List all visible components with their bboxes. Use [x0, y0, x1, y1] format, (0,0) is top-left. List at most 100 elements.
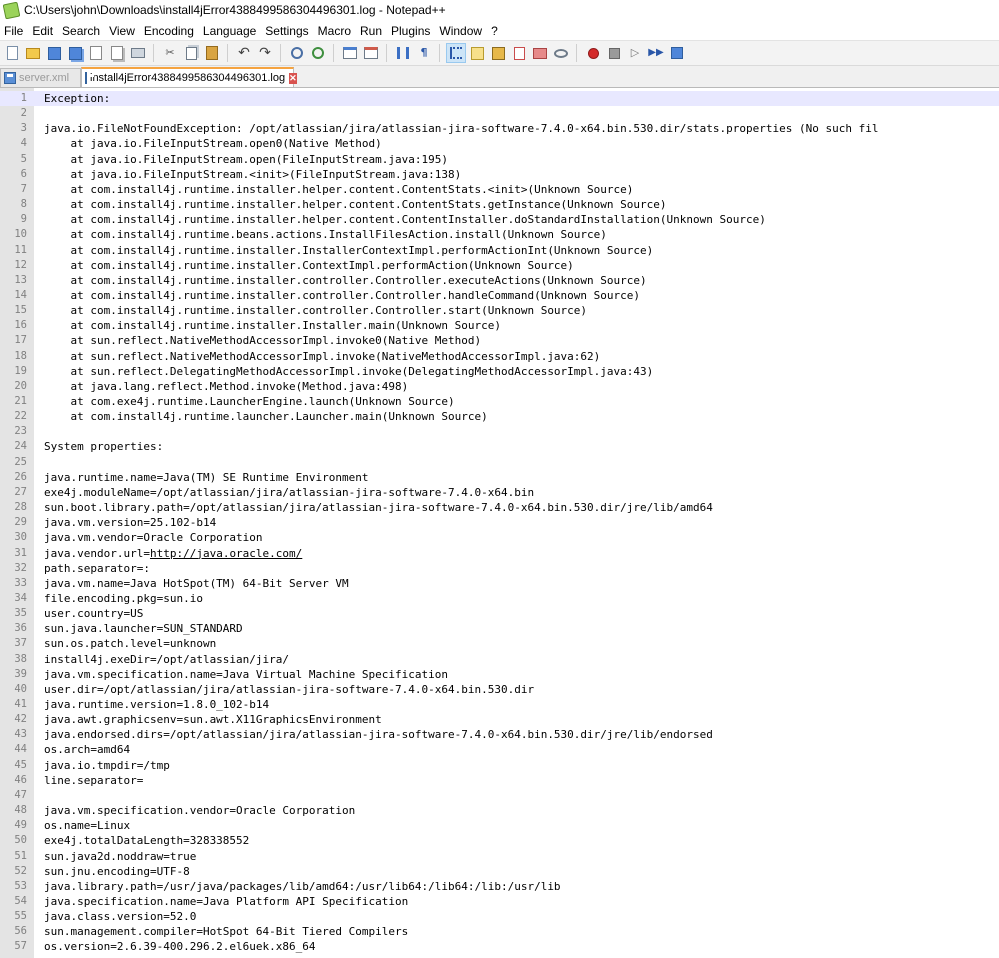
close-icon[interactable]	[87, 44, 105, 62]
menu-edit[interactable]: Edit	[28, 24, 58, 38]
code-line: 41 java.runtime.version=1.8.0_102-b14	[0, 697, 999, 712]
code-line: 21 at com.exe4j.runtime.LauncherEngine.l…	[0, 394, 999, 409]
code-line: 51 sun.java2d.noddraw=true	[0, 849, 999, 864]
menu-language[interactable]: Language	[199, 24, 261, 38]
url-link[interactable]: http://java.oracle.com/	[150, 547, 302, 560]
find-icon[interactable]	[288, 44, 306, 62]
line-number: 29	[14, 516, 27, 529]
line-number: 38	[14, 652, 27, 665]
line-number: 51	[14, 849, 27, 862]
menu-encoding[interactable]: Encoding	[140, 24, 199, 38]
code-line: 39 java.vm.specification.name=Java Virtua…	[0, 667, 999, 682]
code-line: 4 at java.io.FileInputStream.open0(Nativ…	[0, 136, 999, 151]
show-all-chars-icon[interactable]: ¶	[415, 44, 433, 62]
zoom-out-icon[interactable]	[362, 44, 380, 62]
line-text: exe4j.moduleName=/opt/atlassian/jira/atl…	[44, 485, 535, 499]
play-multiple-icon[interactable]: ▶▶	[647, 44, 665, 62]
copy-icon[interactable]	[182, 44, 200, 62]
line-number: 22	[14, 410, 27, 423]
zoom-in-icon[interactable]	[341, 44, 359, 62]
record-macro-icon[interactable]	[584, 44, 602, 62]
menu-macro[interactable]: Macro	[314, 24, 356, 38]
line-text: java.vm.specification.name=Java Virtual …	[44, 667, 448, 681]
play-macro-icon[interactable]: ▷	[626, 44, 644, 62]
menu-run[interactable]: Run	[356, 24, 387, 38]
tab-server-xml[interactable]: server.xml	[0, 68, 81, 87]
monitoring-icon[interactable]	[552, 44, 570, 62]
user-language-icon[interactable]	[468, 44, 486, 62]
editor-area[interactable]: 1 Exception: 2 3 java.io.FileNotFoundExcepti…	[0, 88, 999, 958]
save-icon[interactable]	[45, 44, 63, 62]
code-line: 27 exe4j.moduleName=/opt/atlassian/jira/a…	[0, 485, 999, 500]
line-text: java.specification.name=Java Platform AP…	[44, 894, 409, 908]
line-number: 24	[14, 440, 27, 453]
code-line: 15 at com.install4j.runtime.installer.co…	[0, 303, 999, 318]
code-line: 28 sun.boot.library.path=/opt/atlassian/j…	[0, 500, 999, 515]
undo-icon[interactable]: ↶	[235, 44, 253, 62]
replace-icon[interactable]	[309, 44, 327, 62]
stop-record-icon[interactable]	[605, 44, 623, 62]
code-line: 44 os.arch=amd64	[0, 742, 999, 757]
line-text: sun.java.launcher=SUN_STANDARD	[44, 622, 243, 636]
code-line: 9 at com.install4j.runtime.installer.hel…	[0, 212, 999, 227]
notepadpp-app-icon	[2, 1, 21, 19]
folder-workspace-icon[interactable]	[531, 44, 549, 62]
code-line: 36 sun.java.launcher=SUN_STANDARD	[0, 621, 999, 636]
code-line: 37 sun.os.patch.level=unknown	[0, 636, 999, 651]
cut-icon[interactable]: ✂	[161, 44, 179, 62]
line-text: java.vm.specification.vendor=Oracle Corp…	[44, 804, 356, 818]
line-number: 17	[14, 334, 27, 347]
line-number: 47	[14, 788, 27, 801]
line-text: at com.install4j.runtime.installer.contr…	[44, 273, 647, 287]
menu-settings[interactable]: Settings	[261, 24, 313, 38]
menu-window[interactable]: Window	[435, 24, 487, 38]
window-title: C:\Users\john\Downloads\install4jError43…	[24, 3, 446, 17]
line-number: 13	[14, 273, 27, 286]
code-line: 29 java.vm.version=25.102-b14	[0, 515, 999, 530]
line-number: 18	[14, 349, 27, 362]
line-number: 35	[14, 607, 27, 620]
toolbar-separator	[280, 44, 281, 62]
function-list-icon[interactable]	[510, 44, 528, 62]
code-line: 12 at com.install4j.runtime.installer.Co…	[0, 258, 999, 273]
open-file-icon[interactable]	[24, 44, 42, 62]
line-number: 54	[14, 894, 27, 907]
save-all-icon[interactable]	[66, 44, 84, 62]
line-number: 15	[14, 304, 27, 317]
close-all-icon[interactable]	[108, 44, 126, 62]
tab-install4j-log[interactable]: install4jError4388499586304496301.log ✕	[81, 67, 297, 87]
line-text: Exception:	[44, 92, 111, 105]
line-text: sun.boot.library.path=/opt/atlassian/jir…	[44, 501, 713, 515]
menu-plugins[interactable]: Plugins	[387, 24, 435, 38]
line-number: 12	[14, 258, 27, 271]
code-line: 55 java.class.version=52.0	[0, 909, 999, 924]
indent-guide-icon[interactable]	[446, 43, 466, 63]
new-file-icon[interactable]	[3, 44, 21, 62]
menu-help[interactable]: ?	[487, 24, 503, 38]
code-line: 46 line.separator=	[0, 773, 999, 788]
paste-icon[interactable]	[203, 44, 221, 62]
print-icon[interactable]	[129, 44, 147, 62]
line-text: java.io.FileNotFoundException: /opt/atla…	[44, 122, 879, 136]
line-number: 36	[14, 622, 27, 635]
line-text: at com.install4j.runtime.installer.Conte…	[44, 258, 574, 272]
code-line: 10 at com.install4j.runtime.beans.action…	[0, 227, 999, 242]
tab-bar: server.xml install4jError438849958630449…	[0, 66, 999, 88]
line-text: java.class.version=52.0	[44, 910, 197, 924]
line-number: 39	[14, 667, 27, 680]
line-text: System properties:	[44, 440, 164, 454]
doc-map-icon[interactable]	[489, 44, 507, 62]
sync-vertical-icon[interactable]	[394, 44, 412, 62]
save-macro-icon[interactable]	[668, 44, 686, 62]
code-line: 26 java.runtime.name=Java(TM) SE Runtime …	[0, 470, 999, 485]
menu-file[interactable]: File	[0, 24, 28, 38]
close-tab-icon[interactable]: ✕	[289, 72, 297, 84]
redo-icon[interactable]: ↷	[256, 44, 274, 62]
menu-search[interactable]: Search	[58, 24, 105, 38]
line-text: java.vm.vendor=Oracle Corporation	[44, 531, 263, 545]
line-number: 6	[20, 167, 27, 180]
code-line: 57 os.version=2.6.39-400.296.2.el6uek.x86…	[0, 939, 999, 954]
menu-view[interactable]: View	[105, 24, 140, 38]
code-line: 11 at com.install4j.runtime.installer.In…	[0, 243, 999, 258]
code-line: 32 path.separator=:	[0, 561, 999, 576]
